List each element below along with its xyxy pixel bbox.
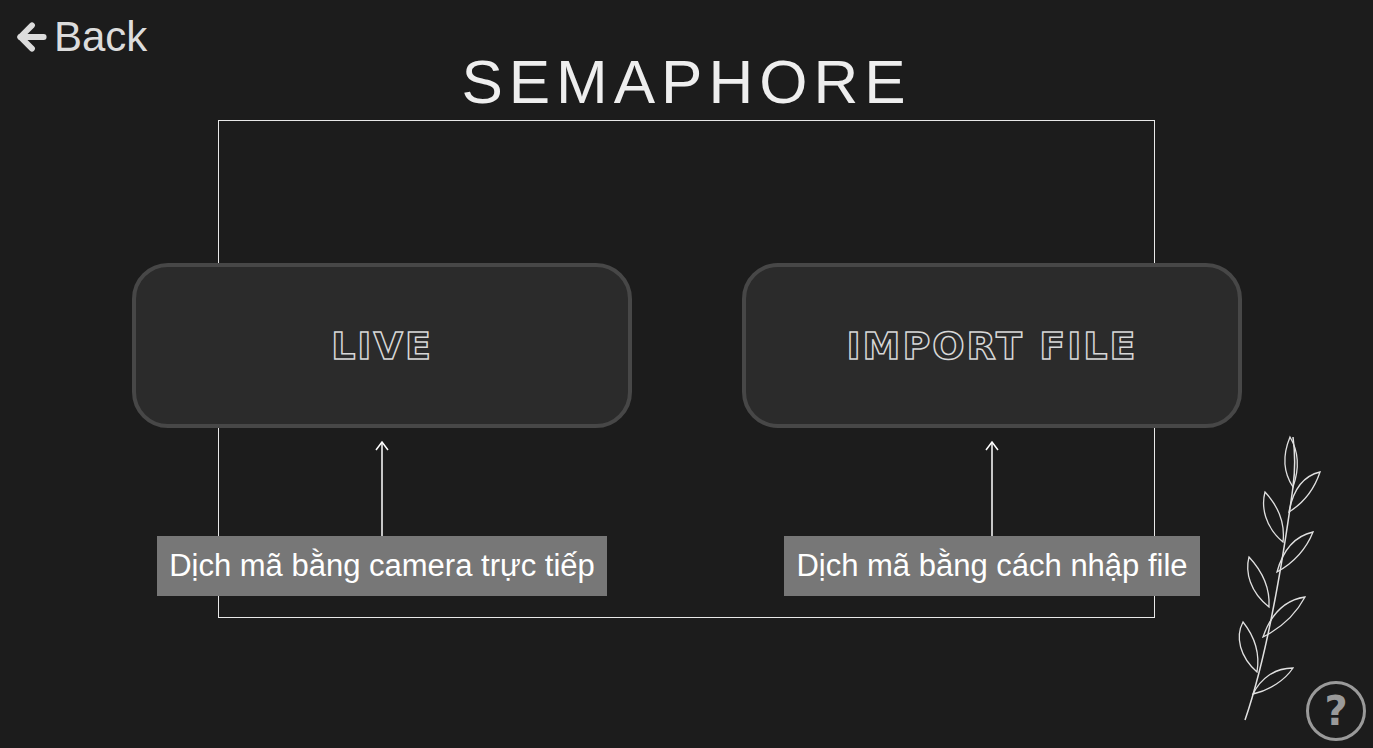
arrow-left-icon: [12, 17, 52, 57]
help-button[interactable]: ?: [1306, 681, 1366, 741]
option-button[interactable]: LIVE: [132, 263, 632, 428]
option-button[interactable]: IMPORT FILE: [742, 263, 1242, 428]
leaf-branch-icon: [1235, 432, 1345, 722]
page: Back SEMAPHORE LIVE Dịch mã bằng camera trự…: [0, 0, 1373, 748]
page-title: SEMAPHORE: [461, 48, 911, 116]
back-button[interactable]: Back: [12, 14, 147, 60]
option-column: IMPORT FILE Dịch mã bằng cách nhập file: [742, 263, 1242, 596]
arrow-up-icon: [372, 440, 392, 536]
back-label: Back: [54, 14, 147, 60]
option-stage: LIVE Dịch mã bằng camera trực tiếp IMPORT …: [132, 120, 1242, 596]
arrow-up-icon: [982, 440, 1002, 536]
option-caption: Dịch mã bằng cách nhập file: [784, 536, 1199, 596]
header: Back SEMAPHORE: [0, 0, 1373, 116]
option-column: LIVE Dịch mã bằng camera trực tiếp: [132, 263, 632, 596]
option-caption: Dịch mã bằng camera trực tiếp: [157, 536, 607, 596]
